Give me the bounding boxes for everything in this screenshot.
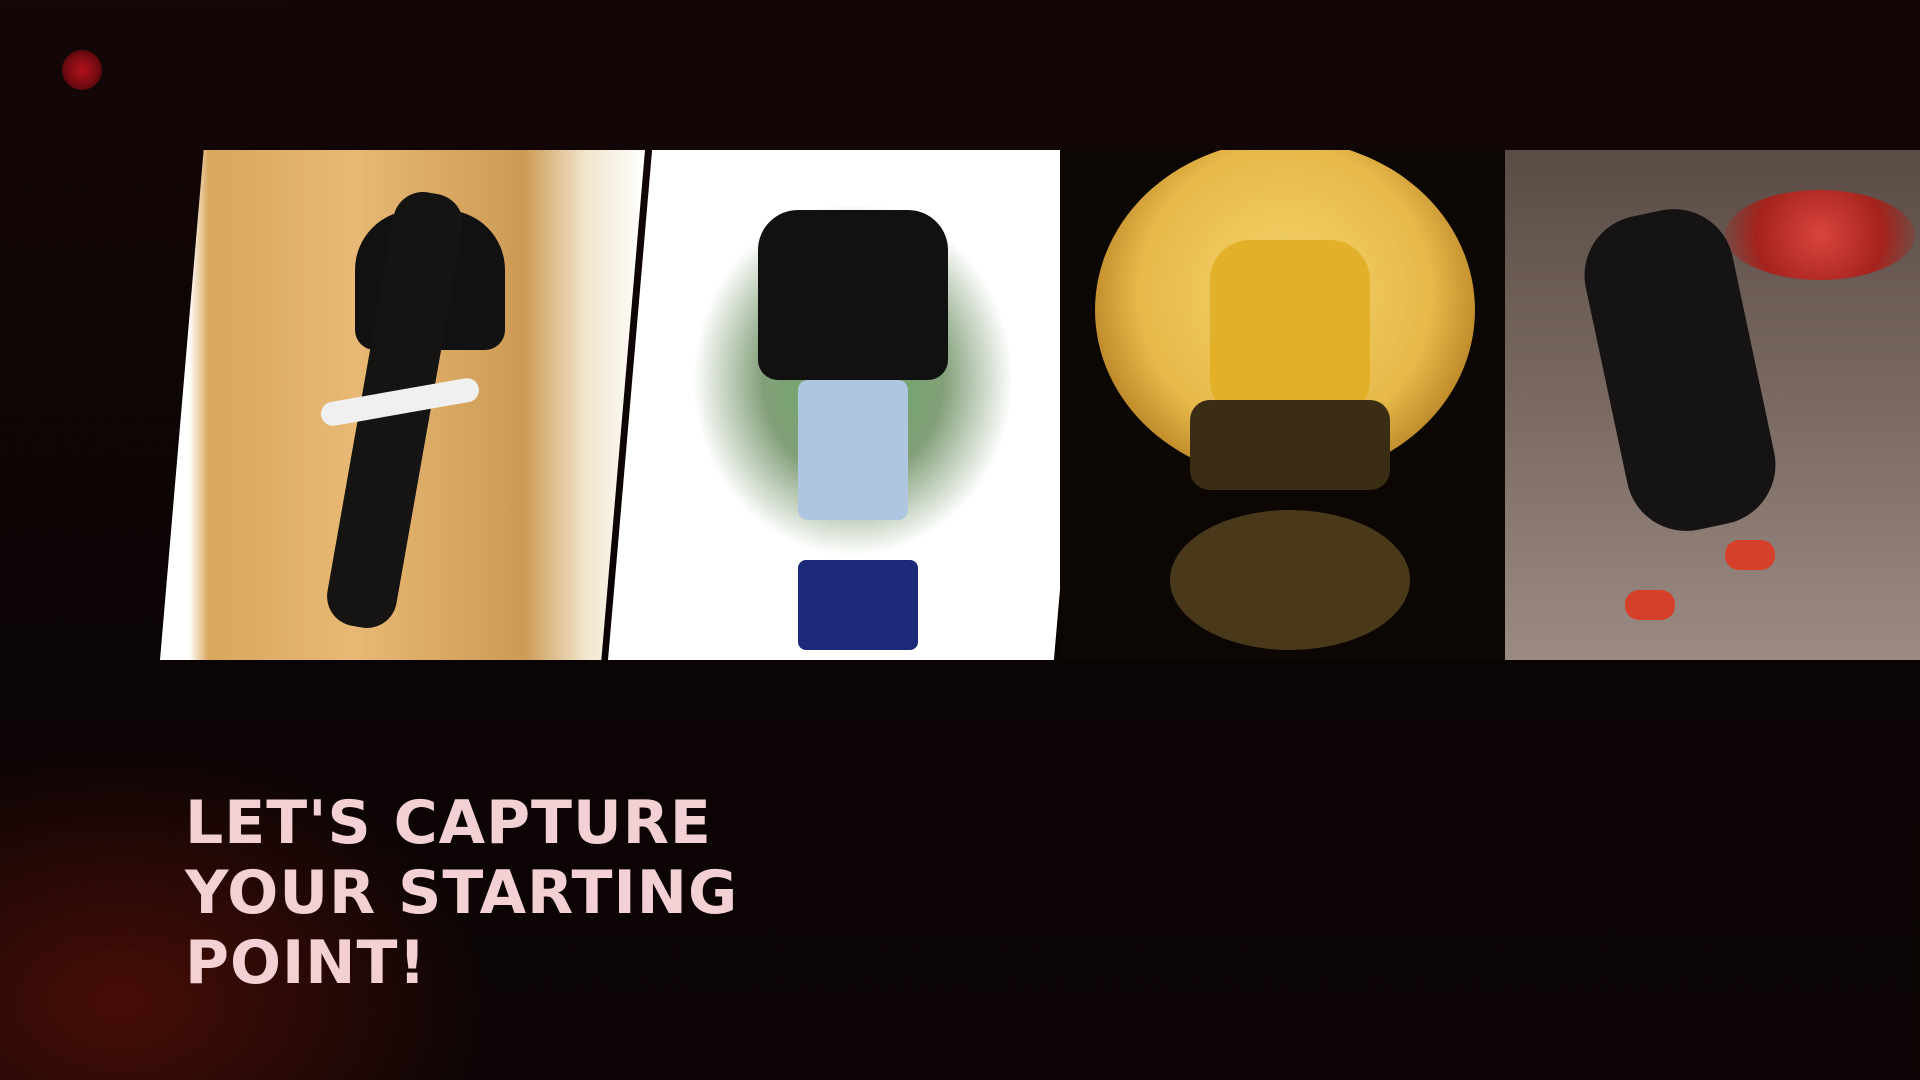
arena-banner: [1725, 190, 1915, 280]
hero-headline: LET'S CAPTURE YOUR STARTING POINT!: [185, 788, 739, 999]
athlete-card-3[interactable]: [1060, 150, 1510, 660]
athlete-card-2[interactable]: [608, 150, 1098, 660]
athlete-card-1[interactable]: [160, 150, 645, 660]
athlete-figure-shorts: [798, 380, 908, 520]
athlete-gallery: [0, 150, 1920, 660]
athlete-reflection: [1170, 510, 1410, 650]
athlete-card-4[interactable]: [1505, 150, 1920, 660]
logo-icon[interactable]: [62, 50, 102, 90]
athlete-figure: [1210, 240, 1370, 420]
athlete-shoe: [1625, 590, 1675, 620]
athlete-figure-legs: [1190, 400, 1390, 490]
athlete-figure: [758, 210, 948, 380]
athlete-figure-shoes: [798, 560, 918, 650]
athlete-shoe: [1725, 540, 1775, 570]
